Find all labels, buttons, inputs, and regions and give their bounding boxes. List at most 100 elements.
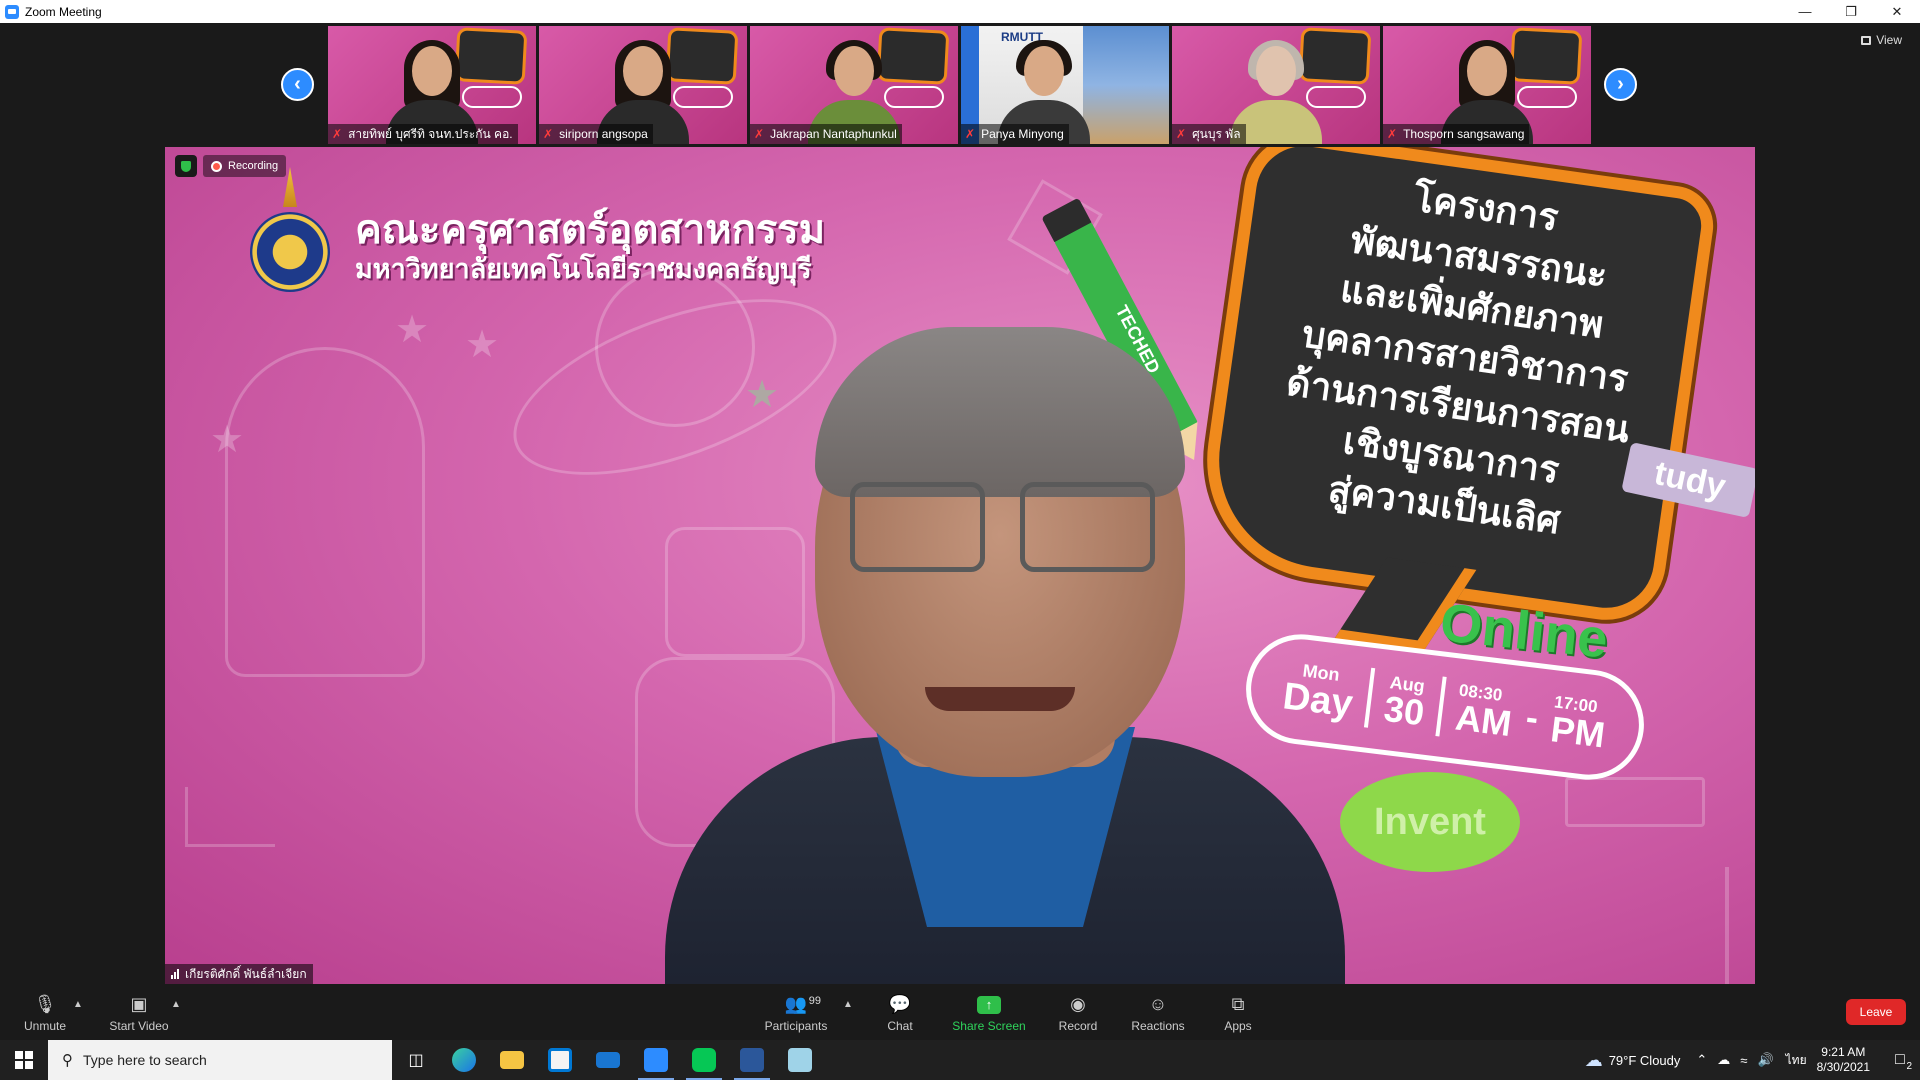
windows-taskbar: ⚲ Type here to search ◫ ☁ 79°F Cloudy ⌃ …	[0, 1040, 1920, 1080]
zoom-app-icon	[5, 4, 19, 19]
start-time-block: 08:30 AM	[1453, 681, 1515, 745]
word-app[interactable]	[728, 1040, 776, 1080]
start-video-button[interactable]: ▣ Start Video	[106, 985, 172, 1040]
date-number: 30	[1381, 687, 1427, 734]
participant-tile[interactable]: ✗ ศุนบุร พัล	[1172, 26, 1380, 144]
task-view-button[interactable]: ◫	[392, 1040, 440, 1080]
muted-mic-icon: ✗	[754, 127, 765, 141]
chat-label: Chat	[887, 1018, 913, 1033]
mail-app[interactable]	[584, 1040, 632, 1080]
chevron-left-icon: ‹	[294, 73, 301, 95]
gallery-next-button[interactable]: ›	[1604, 68, 1637, 101]
participant-tile[interactable]: ✗ Jakrapan Nantaphunkul	[750, 26, 958, 144]
university-crest	[245, 167, 335, 297]
star-decoration: ★	[465, 324, 500, 366]
participants-icon: 👥 99	[784, 994, 822, 1014]
speaker-name: เกียรติศักดิ์ พันธ์ลำเจียก	[185, 966, 307, 981]
participant-tile[interactable]: ✗ สายทิพย์ บุศรีทิ จนท.ประกัน คอ.	[328, 26, 536, 144]
system-tray: ☁ 79°F Cloudy ⌃ ☁ ≈ 🔊 ไทย 9:21 AM 8/30/2…	[1585, 1040, 1920, 1080]
participant-tile[interactable]: RMUTT ✗ Panya Minyong	[961, 26, 1169, 144]
participant-name-label: ✗ Thosporn sangsawang	[1383, 124, 1530, 144]
recording-indicator[interactable]: Recording	[203, 155, 287, 177]
unmute-label: Unmute	[23, 1018, 67, 1033]
video-options-caret[interactable]: ▲	[171, 999, 181, 1010]
audio-options-caret[interactable]: ▲	[73, 999, 83, 1010]
participant-name: Jakrapan Nantaphunkul	[770, 127, 897, 141]
store-icon	[548, 1048, 572, 1072]
participants-label: Participants	[764, 1018, 828, 1033]
month-block: Aug 30	[1381, 672, 1428, 734]
end-ampm: PM	[1548, 708, 1608, 756]
chevron-up-icon[interactable]: ⌃	[1696, 1052, 1707, 1068]
taskbar-clock[interactable]: 9:21 AM 8/30/2021	[1817, 1045, 1870, 1075]
wifi-icon[interactable]: ≈	[1740, 1053, 1747, 1068]
view-grid-icon	[1861, 35, 1872, 45]
gallery-prev-button[interactable]: ‹	[281, 68, 314, 101]
end-time-block: 17:00 PM	[1548, 692, 1609, 756]
chat-button[interactable]: 💬 Chat	[880, 985, 920, 1040]
divider	[1435, 676, 1447, 737]
start-ampm: AM	[1453, 696, 1514, 745]
participant-name-label: ✗ Panya Minyong	[961, 124, 1069, 144]
record-dot-icon	[211, 160, 222, 172]
share-screen-button[interactable]: ↑ Share Screen	[951, 985, 1027, 1040]
file-explorer-app[interactable]	[488, 1040, 536, 1080]
apps-icon: ⧉	[1231, 994, 1245, 1014]
volume-icon[interactable]: 🔊	[1757, 1052, 1773, 1068]
apps-label: Apps	[1224, 1018, 1252, 1033]
encryption-shield-icon[interactable]	[175, 155, 197, 177]
participant-name: สายทิพย์ บุศรีทิ จนท.ประกัน คอ.	[348, 126, 513, 141]
minimize-button[interactable]: —	[1782, 0, 1828, 23]
notifications-button[interactable]: □ 2	[1880, 1040, 1920, 1080]
signal-bars-icon	[171, 969, 179, 979]
video-off-icon: ▣	[130, 994, 148, 1014]
task-view-icon: ◫	[408, 1052, 424, 1069]
word-icon	[740, 1048, 764, 1072]
chat-icon: 💬	[888, 994, 912, 1014]
pinned-app[interactable]	[776, 1040, 824, 1080]
glasses	[850, 482, 985, 572]
view-label: View	[1876, 33, 1902, 47]
participant-tile[interactable]: ✗ Thosporn sangsawang	[1383, 26, 1591, 144]
restore-button[interactable]: ❐	[1828, 0, 1874, 23]
restore-icon: ❐	[1845, 3, 1857, 19]
close-icon: ✕	[1891, 3, 1903, 19]
participant-name: Thosporn sangsawang	[1403, 127, 1525, 141]
muted-mic-icon: ✗	[1176, 127, 1187, 141]
muted-mic-icon: 🎙	[33, 994, 57, 1014]
language-indicator[interactable]: ไทย	[1786, 1051, 1807, 1070]
participant-name: Panya Minyong	[981, 127, 1064, 141]
chart-doodle	[185, 787, 275, 847]
zoom-app[interactable]	[632, 1040, 680, 1080]
clock-time: 9:21 AM	[1821, 1045, 1866, 1059]
apps-button[interactable]: ⧉ Apps	[1220, 985, 1256, 1040]
leave-button[interactable]: Leave	[1846, 999, 1906, 1025]
participant-name: ศุนบุร พัล	[1192, 126, 1241, 141]
participant-name-label: ✗ สายทิพย์ บุศรีทิ จนท.ประกัน คอ.	[328, 124, 518, 144]
taskbar-search[interactable]: ⚲ Type here to search	[48, 1040, 392, 1080]
weather-text[interactable]: 79°F Cloudy	[1609, 1053, 1681, 1068]
minimize-icon: —	[1798, 4, 1812, 19]
active-speaker-video[interactable]: ★ ★ ★ ★ คณะครุศาสตร์อุตสาหกรรม มหาวิทยาล…	[165, 147, 1755, 984]
line-app[interactable]	[680, 1040, 728, 1080]
participants-options-caret[interactable]: ▲	[843, 999, 853, 1010]
participants-button[interactable]: 👥 99 Participants	[761, 985, 831, 1040]
view-button[interactable]: View	[1861, 33, 1902, 47]
time-dash: -	[1523, 696, 1541, 739]
onedrive-icon[interactable]: ☁	[1717, 1052, 1730, 1068]
participant-tile[interactable]: ✗ siriporn angsopa	[539, 26, 747, 144]
reactions-button[interactable]: ☺ Reactions	[1130, 985, 1186, 1040]
unmute-button[interactable]: 🎙 Unmute	[22, 985, 68, 1040]
notification-icon: □	[1895, 1051, 1905, 1068]
folder-icon	[500, 1051, 524, 1069]
mail-icon	[596, 1052, 620, 1068]
chevron-right-icon: ›	[1617, 73, 1624, 95]
record-button[interactable]: ◉ Record	[1054, 985, 1102, 1040]
recording-label: Recording	[228, 160, 279, 172]
participant-name: siriporn angsopa	[559, 127, 648, 141]
close-button[interactable]: ✕	[1874, 0, 1920, 23]
start-button[interactable]	[0, 1040, 48, 1080]
store-app[interactable]	[536, 1040, 584, 1080]
speaker-name-label: เกียรติศักดิ์ พันธ์ลำเจียก	[165, 964, 313, 984]
edge-app[interactable]	[440, 1040, 488, 1080]
